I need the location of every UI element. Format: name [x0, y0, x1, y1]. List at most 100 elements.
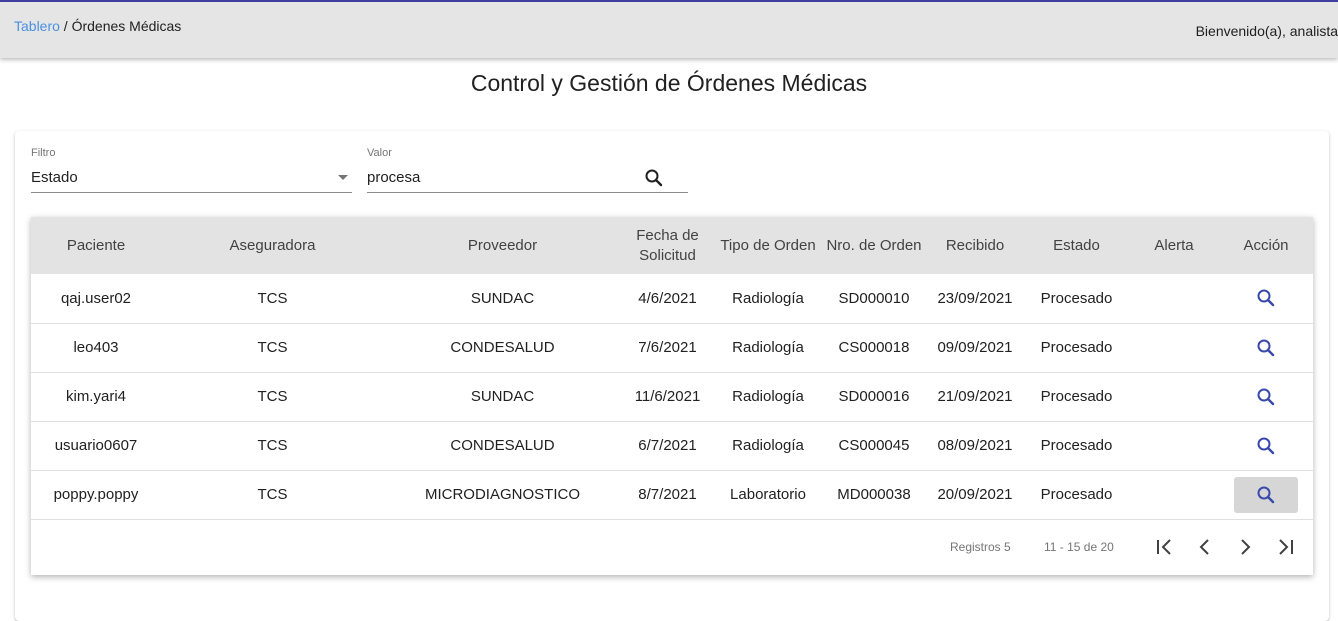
column-header-fecha-solicitud[interactable]: Fecha de Solicitud — [621, 217, 714, 274]
cell-accion — [1219, 274, 1313, 324]
column-header-paciente[interactable]: Paciente — [31, 217, 161, 274]
table-row: leo403 TCS CONDESALUD 7/6/2021 Radiología CS0… — [31, 323, 1313, 373]
value-input[interactable]: procesa — [367, 165, 688, 193]
dropdown-arrow-icon[interactable] — [338, 175, 348, 180]
magnifier-icon — [1257, 339, 1275, 356]
breadcrumb-separator: / — [59, 18, 72, 34]
cell-estado: Procesado — [1024, 323, 1129, 373]
cell-paciente: leo403 — [31, 323, 161, 373]
cell-estado: Procesado — [1024, 470, 1129, 520]
page-title: Control y Gestión de Órdenes Médicas — [470, 70, 868, 96]
filter-select[interactable]: Estado — [31, 165, 352, 193]
cell-proveedor: SUNDAC — [384, 274, 621, 324]
cell-accion — [1219, 421, 1313, 471]
table-row: kim.yari4 TCS SUNDAC 11/6/2021 Radiología SD0… — [31, 372, 1313, 422]
column-header-aseguradora[interactable]: Aseguradora — [161, 217, 384, 274]
cell-tipo-orden: Laboratorio — [714, 470, 822, 520]
cell-proveedor: CONDESALUD — [384, 421, 621, 471]
cell-paciente: usuario0607 — [31, 421, 161, 471]
column-header-proveedor[interactable]: Proveedor — [384, 217, 621, 274]
column-header-alerta: Alerta — [1129, 217, 1219, 274]
top-bar: Tablero / Órdenes Médicas Bienvenido(a),… — [0, 0, 1338, 58]
orders-table: Paciente Aseguradora Proveedor Fecha de … — [31, 217, 1313, 575]
cell-alerta — [1129, 323, 1219, 373]
cell-alerta — [1129, 421, 1219, 471]
next-page-icon[interactable] — [1233, 535, 1257, 559]
cell-recibido: 09/09/2021 — [926, 323, 1024, 373]
view-order-button[interactable] — [1234, 428, 1298, 464]
cell-paciente: kim.yari4 — [31, 372, 161, 422]
cell-alerta — [1129, 470, 1219, 520]
magnifier-icon — [1257, 486, 1275, 503]
records-count: Registros 5 — [950, 540, 1011, 554]
cell-nro-orden: MD000038 — [822, 470, 926, 520]
cell-fecha-solicitud: 11/6/2021 — [621, 372, 714, 422]
view-order-button[interactable] — [1234, 280, 1298, 316]
cell-aseguradora: TCS — [161, 421, 384, 471]
value-label: Valor — [367, 147, 392, 159]
cell-aseguradora: TCS — [161, 372, 384, 422]
cell-paciente: poppy.poppy — [31, 470, 161, 520]
magnifier-icon — [1257, 437, 1275, 454]
cell-nro-orden: CS000045 — [822, 421, 926, 471]
search-icon[interactable] — [642, 166, 666, 190]
cell-estado: Procesado — [1024, 372, 1129, 422]
cell-alerta — [1129, 274, 1219, 324]
welcome-text: Bienvenido(a), analista — [1195, 23, 1338, 39]
column-header-recibido[interactable]: Recibido — [926, 217, 1024, 274]
cell-fecha-solicitud: 7/6/2021 — [621, 323, 714, 373]
column-header-tipo-orden[interactable]: Tipo de Orden — [714, 217, 822, 274]
cell-tipo-orden: Radiología — [714, 372, 822, 422]
cell-fecha-solicitud: 8/7/2021 — [621, 470, 714, 520]
cell-aseguradora: TCS — [161, 274, 384, 324]
page-range: 11 - 15 de 20 — [1044, 540, 1114, 554]
cell-recibido: 21/09/2021 — [926, 372, 1024, 422]
pagination-bar: Registros 5 11 - 15 de 20 — [31, 519, 1313, 575]
table-row: qaj.user02 TCS SUNDAC 4/6/2021 Radiología SD0… — [31, 274, 1313, 324]
value-input-text[interactable]: procesa — [367, 169, 420, 186]
table-body: qaj.user02 TCS SUNDAC 4/6/2021 Radiología SD0… — [31, 274, 1313, 520]
column-header-accion: Acción — [1219, 217, 1313, 274]
cell-proveedor: MICRODIAGNOSTICO — [384, 470, 621, 520]
cell-accion — [1219, 323, 1313, 373]
previous-page-icon[interactable] — [1193, 535, 1217, 559]
table-header-row: Paciente Aseguradora Proveedor Fecha de … — [31, 217, 1313, 274]
cell-proveedor: SUNDAC — [384, 372, 621, 422]
cell-nro-orden: CS000018 — [822, 323, 926, 373]
magnifier-icon — [1257, 388, 1275, 405]
cell-tipo-orden: Radiología — [714, 421, 822, 471]
cell-alerta — [1129, 372, 1219, 422]
cell-fecha-solicitud: 4/6/2021 — [621, 274, 714, 324]
cell-nro-orden: SD000016 — [822, 372, 926, 422]
cell-aseguradora: TCS — [161, 323, 384, 373]
column-header-nro-orden[interactable]: Nro. de Orden — [822, 217, 926, 274]
cell-accion — [1219, 470, 1313, 520]
cell-recibido: 20/09/2021 — [926, 470, 1024, 520]
column-header-estado[interactable]: Estado — [1024, 217, 1129, 274]
orders-card: Filtro Estado Valor procesa Paciente Ase… — [15, 131, 1329, 621]
filter-select-value: Estado — [31, 169, 78, 186]
cell-fecha-solicitud: 6/7/2021 — [621, 421, 714, 471]
cell-recibido: 23/09/2021 — [926, 274, 1024, 324]
cell-tipo-orden: Radiología — [714, 323, 822, 373]
filter-select-field: Filtro Estado — [31, 147, 352, 193]
last-page-icon[interactable] — [1273, 535, 1297, 559]
table-row: poppy.poppy TCS MICRODIAGNOSTICO 8/7/2021 La… — [31, 470, 1313, 520]
view-order-button[interactable] — [1234, 476, 1298, 513]
magnifier-icon — [1257, 289, 1275, 307]
cell-proveedor: CONDESALUD — [384, 323, 621, 373]
cell-estado: Procesado — [1024, 274, 1129, 324]
table-row: usuario0607 TCS CONDESALUD 6/7/2021 Radiolog… — [31, 421, 1313, 471]
first-page-icon[interactable] — [1153, 535, 1177, 559]
cell-estado: Procesado — [1024, 421, 1129, 471]
cell-nro-orden: SD000010 — [822, 274, 926, 324]
value-input-field: Valor procesa — [367, 147, 688, 193]
breadcrumb-link-tablero[interactable]: Tablero — [14, 18, 60, 34]
view-order-button[interactable] — [1234, 330, 1298, 366]
breadcrumb: Tablero / Órdenes Médicas — [14, 18, 181, 34]
cell-tipo-orden: Radiología — [714, 274, 822, 324]
cell-accion — [1219, 372, 1313, 422]
cell-recibido: 08/09/2021 — [926, 421, 1024, 471]
filter-label: Filtro — [31, 147, 56, 159]
view-order-button[interactable] — [1234, 379, 1298, 415]
